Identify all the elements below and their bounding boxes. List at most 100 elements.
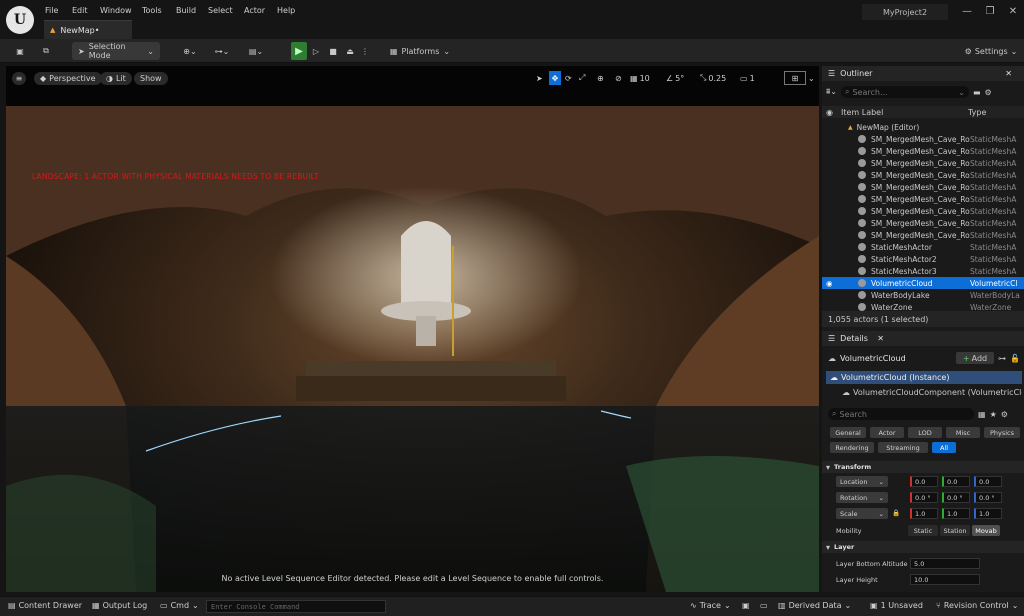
content-drawer-button[interactable]: ▤ Content Drawer [8,601,82,610]
mobility-static[interactable]: Static [908,525,938,536]
instance-row[interactable]: ☁ VolumetricCloud (Instance) [826,371,1022,384]
translate-tool-icon[interactable]: ✥ [549,71,561,85]
star-icon[interactable]: ★ [990,410,997,419]
outliner-row[interactable]: SM_MergedMesh_Cave_Ro StaticMeshA [822,229,1024,241]
derived-data-button[interactable]: ▥ Derived Data ⌄ [778,601,851,610]
add-component-button[interactable]: + Add [956,352,995,364]
level-viewport[interactable]: ≡ ◆ Perspective ◑ Lit Show ➤ ✥ ⟳ ⤢ ⊕ ⊘ ▦… [6,66,819,592]
rotation-x[interactable]: 0.0 ° [910,492,938,503]
rotate-tool-icon[interactable]: ⟳ [565,71,572,85]
tab-newmap[interactable]: ▲ NewMap• [44,20,132,39]
type-column[interactable]: Type [968,108,986,117]
output-log-button[interactable]: ▦ Output Log [92,601,147,610]
outliner-search-input[interactable]: ⌕ Search... ⌄ [840,86,969,98]
settings-button[interactable]: ⚙ Settings ⌄ [962,42,1020,60]
rotation-snap[interactable]: ∠ 5° [666,71,684,85]
outliner-row[interactable]: SM_MergedMesh_Cave_Ro StaticMeshA [822,133,1024,145]
component-row[interactable]: ☁ VolumetricCloudComponent (VolumetricCl… [842,386,1022,398]
transform-section[interactable]: ▾ Transform [822,461,1024,473]
outliner-row[interactable]: WaterBodyLake WaterBodyLa [822,289,1024,301]
revision-control-button[interactable]: ⑂ Revision Control ⌄ [936,601,1018,610]
filter-lod[interactable]: LOD [908,427,942,438]
scale-tool-icon[interactable]: ⤢ [579,71,585,85]
menu-actor[interactable]: Actor [244,6,265,15]
scale-x[interactable]: 1.0 [910,508,938,519]
layer-height-input[interactable]: 10.0 [910,574,980,585]
outliner-row[interactable]: SM_MergedMesh_Cave_Ro StaticMeshA [822,157,1024,169]
perspective-button[interactable]: ◆ Perspective [34,72,102,85]
filter-rendering[interactable]: Rendering [830,442,874,453]
menu-help[interactable]: Help [277,6,295,15]
folder-add-icon[interactable]: ▬ [973,88,981,97]
filter-physics[interactable]: Physics [984,427,1020,438]
rotation-z[interactable]: 0.0 ° [974,492,1002,503]
outliner-row[interactable]: SM_MergedMesh_Cave_Ro StaticMeshA [822,181,1024,193]
map-root-row[interactable]: ▲ NewMap (Editor) [822,121,1024,133]
cinematics-icon[interactable]: ▤⌄ [244,42,268,60]
lock-icon[interactable]: 🔓 [1010,354,1020,363]
content-browser-icon[interactable]: ⧉ [38,42,54,60]
trace-button[interactable]: ∿ Trace ⌄ [690,601,731,610]
outliner-row[interactable]: SM_MergedMesh_Cave_Ro StaticMeshA [822,217,1024,229]
table-icon[interactable]: ▦ [978,410,986,419]
outliner-row[interactable]: StaticMeshActor StaticMeshA [822,241,1024,253]
close-icon[interactable]: ✕ [1006,6,1020,20]
show-button[interactable]: Show [134,72,168,85]
filter-actor[interactable]: Actor [870,427,904,438]
item-label-column[interactable]: Item Label [841,108,883,117]
blueprint-icon[interactable]: ⊶ [998,354,1006,363]
filter-misc[interactable]: Misc [946,427,980,438]
unreal-logo-icon[interactable]: U [6,6,34,34]
outliner-row[interactable]: StaticMeshActor3 StaticMeshA [822,265,1024,277]
gear-icon[interactable]: ⚙ [1001,410,1008,419]
filter-general[interactable]: General [830,427,866,438]
image-icon[interactable]: ▣ [742,601,750,610]
maximize-icon[interactable]: ❐ [983,6,997,20]
lit-button[interactable]: ◑ Lit [100,72,132,85]
menu-edit[interactable]: Edit [72,6,88,15]
menu-file[interactable]: File [45,6,58,15]
world-local-icon[interactable]: ⊕ [597,71,604,85]
stop-icon[interactable]: ■ [327,42,339,60]
unsaved-button[interactable]: ▣ 1 Unsaved [870,601,923,610]
outliner-row[interactable]: StaticMeshActor2 StaticMeshA [822,253,1024,265]
outliner-row[interactable]: SM_MergedMesh_Cave_Ro StaticMeshA [822,169,1024,181]
outliner-row[interactable]: SM_MergedMesh_Cave_Ro StaticMeshA [822,145,1024,157]
rotation-y[interactable]: 0.0 ° [942,492,970,503]
blueprint-icon[interactable]: ⊶⌄ [210,42,234,60]
outliner-row[interactable]: SM_MergedMesh_Cave_Ro StaticMeshA [822,193,1024,205]
chevron-down-icon[interactable]: ⌄ [808,71,815,85]
play-options-icon[interactable]: ▷ [310,42,322,60]
location-z[interactable]: 0.0 [974,476,1002,487]
play-icon[interactable]: ▶ [291,42,307,60]
save-icon[interactable]: ▣ [12,42,28,60]
grid-snap[interactable]: ▦ 10 [630,71,650,85]
scale-snap[interactable]: ⤡ 0.25 [700,71,726,85]
selection-mode-dropdown[interactable]: ➤ Selection Mode ⌄ [72,42,160,60]
add-actor-icon[interactable]: ⊕⌄ [178,42,202,60]
eye-icon[interactable]: ◉ [826,108,833,117]
scale-dropdown[interactable]: Scale ⌄ [836,508,888,519]
mobility-stationary[interactable]: Station [940,525,970,536]
close-icon[interactable]: ✕ [1005,69,1012,78]
window-icon[interactable]: ▭ [760,601,768,610]
layer-section[interactable]: ▾ Layer [822,541,1024,553]
minimize-icon[interactable]: — [960,6,974,20]
rotation-dropdown[interactable]: Rotation ⌄ [836,492,888,503]
outliner-row[interactable]: SM_MergedMesh_Cave_Ro StaticMeshA [822,205,1024,217]
mobility-movable[interactable]: Movab [972,525,1000,536]
layer-bottom-input[interactable]: 5.0 [910,558,980,569]
menu-select[interactable]: Select [208,6,233,15]
lock-icon[interactable]: 🔒 [892,509,900,517]
cmd-dropdown[interactable]: ▭ Cmd ⌄ [160,601,199,610]
location-x[interactable]: 0.0 [910,476,938,487]
eye-icon[interactable]: ◉ [826,279,833,288]
platforms-button[interactable]: ▦ Platforms ⌄ [388,42,452,60]
scale-z[interactable]: 1.0 [974,508,1002,519]
surface-snap-icon[interactable]: ⊘ [615,71,622,85]
select-tool-icon[interactable]: ➤ [536,71,543,85]
outliner-row[interactable]: ◉ VolumetricCloud VolumetricCl [822,277,1024,289]
scale-y[interactable]: 1.0 [942,508,970,519]
menu-window[interactable]: Window [100,6,132,15]
location-dropdown[interactable]: Location ⌄ [836,476,888,487]
